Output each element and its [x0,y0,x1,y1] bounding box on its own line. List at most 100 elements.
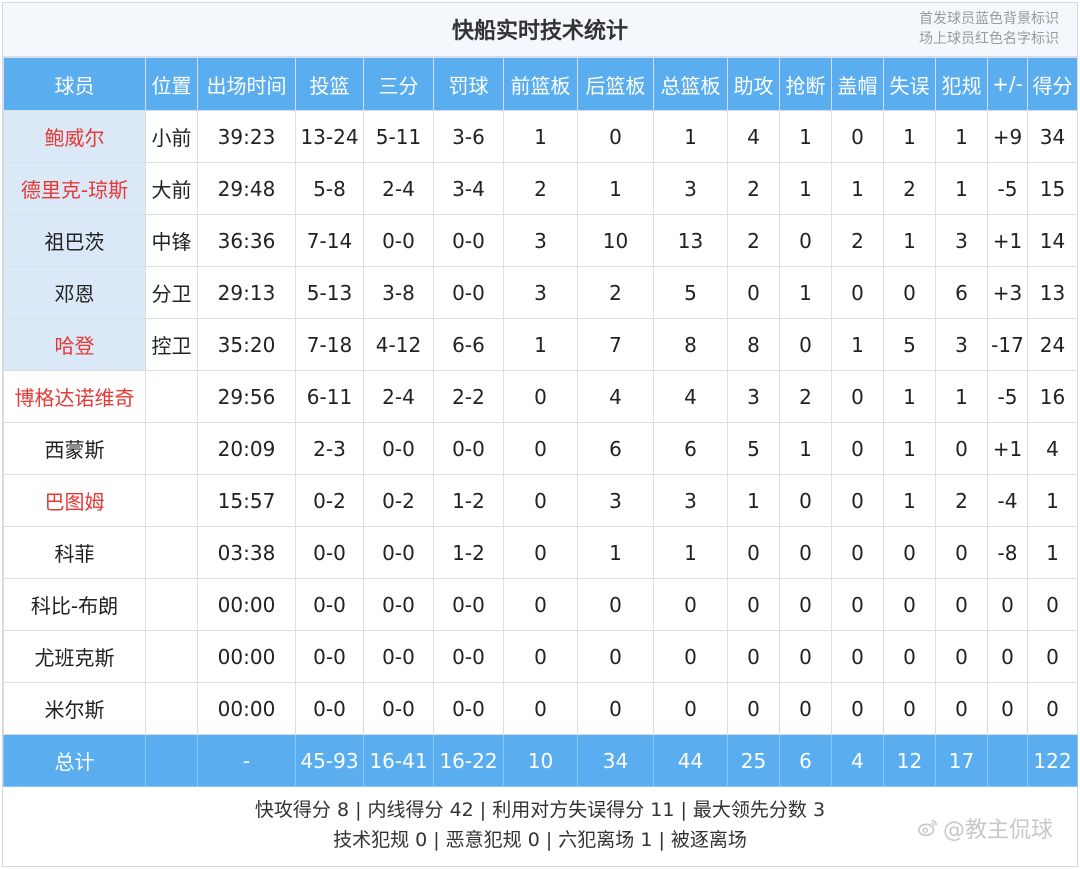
stat-cell: 34 [1027,110,1078,163]
totals-cell: 16-41 [363,734,434,787]
stat-cell: 7-14 [295,214,364,267]
totals-cell [987,734,1028,787]
stat-cell: 4-12 [363,318,434,371]
stat-cell: 29:48 [197,162,296,215]
stat-cell: 1 [935,162,988,215]
player-position [145,474,198,527]
column-header: +/- [987,57,1028,111]
stat-cell: 0 [935,422,988,475]
stat-cell: 0 [727,526,780,579]
stat-cell: 3 [577,474,654,527]
stat-cell: 1 [577,526,654,579]
stat-cell: 2 [831,214,884,267]
player-position [145,370,198,423]
stat-cell: 00:00 [197,682,296,735]
stat-cell: 0 [503,526,578,579]
player-position: 中锋 [145,214,198,267]
column-header: 盖帽 [831,57,884,111]
stat-cell: 1 [883,110,936,163]
stats-panel: 快船实时技术统计 首发球员蓝色背景标识 场上球员红色名字标识 球员 位置 出场时间投… [2,2,1078,867]
stat-cell: 2 [883,162,936,215]
stat-cell: 0 [831,474,884,527]
legend: 首发球员蓝色背景标识 场上球员红色名字标识 [919,9,1059,49]
stat-cell: 0 [779,682,832,735]
stat-cell: +1 [987,214,1028,267]
stat-cell: 6 [935,266,988,319]
stat-cell: 2 [779,370,832,423]
stat-cell: +3 [987,266,1028,319]
legend-oncourt: 场上球员红色名字标识 [919,31,1059,47]
totals-cell: 12 [883,734,936,787]
stat-cell: 3 [653,162,728,215]
stat-cell: 3-6 [433,110,504,163]
stat-cell: 0-0 [295,526,364,579]
stat-cell: 0 [779,630,832,683]
totals-cell [145,734,198,787]
stat-cell: 14 [1027,214,1078,267]
table-row: 祖巴茨 中锋 36:36 7-14 0-0 0-0 3 10 13 2 0 2 1 3 +1 14 [3,214,1078,267]
stat-cell: 2 [577,266,654,319]
stat-cell: 0 [831,266,884,319]
stat-cell: 1 [883,214,936,267]
stat-cell: 1 [577,162,654,215]
stat-cell: 0 [779,474,832,527]
stat-cell: 4 [577,370,654,423]
totals-cell: 10 [503,734,578,787]
stat-cell: 0 [831,526,884,579]
stat-cell: 2 [727,214,780,267]
stat-cell: 6 [577,422,654,475]
stat-cell: 1 [779,162,832,215]
stat-cell: 1 [1027,526,1078,579]
stat-cell: 3-4 [433,162,504,215]
stat-cell: 6-6 [433,318,504,371]
player-name: 西蒙斯 [3,422,146,475]
stat-cell: 2-4 [363,162,434,215]
stat-cell: 1 [831,318,884,371]
player-name: 祖巴茨 [3,214,146,267]
stat-cell: 15:57 [197,474,296,527]
stat-cell: 15 [1027,162,1078,215]
stat-cell: 2 [727,162,780,215]
stat-cell: 0 [831,578,884,631]
stat-cell: 6-11 [295,370,364,423]
stat-cell: 5 [653,266,728,319]
stat-cell: 1 [831,162,884,215]
summary-line-2: 技术犯规 0 | 恶意犯规 0 | 六犯离场 1 | 被逐离场 [333,829,747,851]
stat-cell: 0 [503,474,578,527]
stat-cell: 13 [653,214,728,267]
column-header: 总篮板 [653,57,728,111]
legend-starter: 首发球员蓝色背景标识 [919,11,1059,27]
column-header: 失误 [883,57,936,111]
stat-cell: +9 [987,110,1028,163]
table-row: 科比-布朗 00:00 0-0 0-0 0-0 0 0 0 0 0 0 0 0 0 0 [3,578,1078,631]
stat-cell: 0-0 [433,422,504,475]
weibo-icon [917,819,938,837]
stat-cell: 1-2 [433,474,504,527]
table-row: 邓恩 分卫 29:13 5-13 3-8 0-0 3 2 5 0 1 0 0 6 +3 13 [3,266,1078,319]
stat-cell: 16 [1027,370,1078,423]
stat-cell: -5 [987,370,1028,423]
stat-cell: 3 [503,266,578,319]
stat-cell: 0 [779,526,832,579]
stat-cell: 0-0 [433,630,504,683]
watermark: @教主侃球 [917,812,1053,844]
stat-cell: 0 [503,370,578,423]
stat-cell: +1 [987,422,1028,475]
stat-cell: 1 [779,422,832,475]
player-position [145,578,198,631]
stat-cell: 6 [653,422,728,475]
column-header: 投篮 [295,57,364,111]
stat-cell: 0-0 [363,214,434,267]
stat-cell: 0 [577,110,654,163]
player-position [145,682,198,735]
stat-cell: 2-3 [295,422,364,475]
table-row: 鲍威尔 小前 39:23 13-24 5-11 3-6 1 0 1 4 1 0 1 1 +9 34 [3,110,1078,163]
player-name: 鲍威尔 [3,110,146,163]
stat-cell: 20:09 [197,422,296,475]
summary-line-1: 快攻得分 8 | 内线得分 42 | 利用对方失误得分 11 | 最大领先分数 … [254,799,826,821]
stat-cell: 0-0 [295,630,364,683]
stat-cell: 0-0 [295,682,364,735]
column-header: 三分 [363,57,434,111]
stat-cell: 3 [503,214,578,267]
stat-cell: 36:36 [197,214,296,267]
